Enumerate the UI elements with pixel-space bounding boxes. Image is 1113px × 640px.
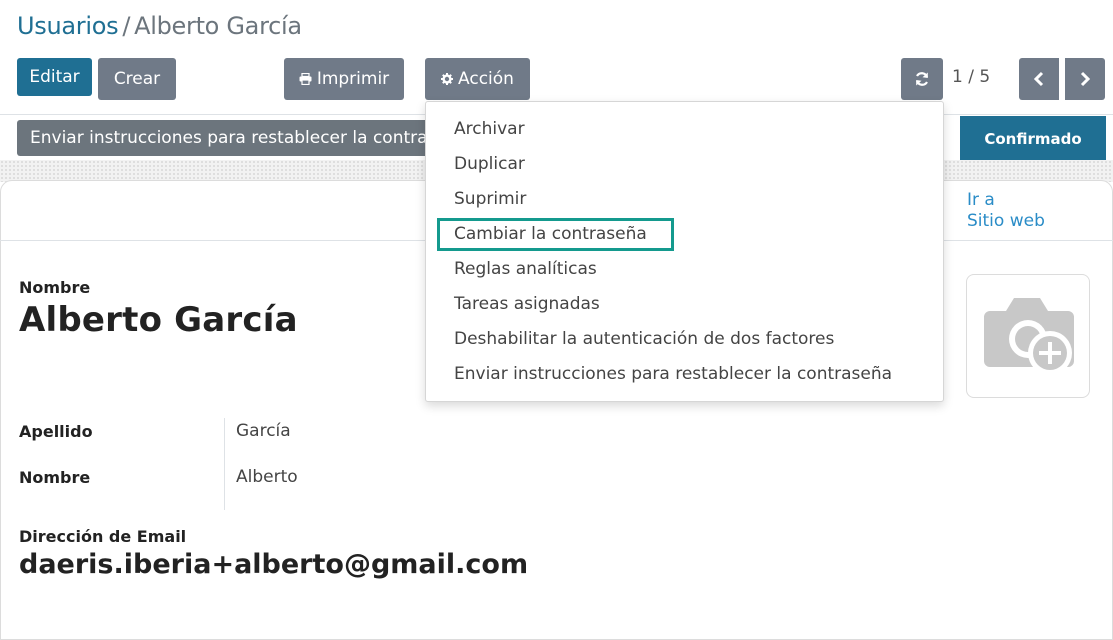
lastname-value[interactable]: García [236, 421, 291, 441]
edit-button-label: Editar [29, 67, 80, 87]
firstname-value[interactable]: Alberto [236, 467, 298, 487]
menu-item-send-reset-instructions[interactable]: Enviar instrucciones para restablecer la… [426, 357, 943, 392]
firstname-label: Nombre [19, 468, 91, 487]
breadcrumb: Usuarios / Alberto García [17, 12, 302, 40]
menu-item-archive[interactable]: Archivar [426, 112, 943, 147]
breadcrumb-parent-link[interactable]: Usuarios [17, 12, 119, 40]
menu-item-duplicate[interactable]: Duplicar [426, 147, 943, 182]
breadcrumb-separator: / [122, 12, 131, 40]
reset-password-instructions-button[interactable]: Enviar instrucciones para restablecer la… [17, 120, 457, 156]
create-button-label: Crear [113, 69, 161, 89]
breadcrumb-current: Alberto García [134, 12, 302, 40]
menu-item-disable-2fa[interactable]: Deshabilitar la autenticación de dos fac… [426, 322, 943, 357]
pager-next-button[interactable] [1065, 58, 1105, 100]
status-stage-confirmed: Confirmado [960, 116, 1106, 161]
name-value[interactable]: Alberto García [19, 300, 298, 340]
chevron-right-icon [1080, 71, 1090, 87]
camera-add-icon [980, 295, 1076, 377]
reload-button[interactable] [901, 58, 943, 100]
website-button-line2: Sitio web [967, 211, 1045, 231]
website-button-line1: Ir a [967, 190, 995, 210]
print-button-label: Imprimir [316, 69, 390, 89]
print-icon [299, 73, 312, 85]
go-to-website-button[interactable]: Ir a Sitio web [967, 190, 1045, 232]
avatar-upload[interactable] [966, 274, 1090, 398]
pager-previous-button[interactable] [1019, 58, 1059, 100]
action-button-label: Acción [458, 69, 514, 89]
chevron-left-icon [1034, 71, 1044, 87]
menu-item-change-password[interactable]: Cambiar la contraseña [426, 217, 943, 252]
field-separator [224, 418, 225, 510]
name-label: Nombre [19, 278, 91, 297]
pager-value[interactable]: 1 / 5 [952, 67, 990, 87]
print-button[interactable]: Imprimir [284, 58, 404, 100]
edit-button[interactable]: Editar [17, 58, 92, 96]
gear-icon [441, 73, 454, 85]
menu-item-analytic-rules[interactable]: Reglas analíticas [426, 252, 943, 287]
menu-item-delete[interactable]: Suprimir [426, 182, 943, 217]
menu-item-assigned-tasks[interactable]: Tareas asignadas [426, 287, 943, 322]
refresh-icon [914, 71, 930, 87]
create-button[interactable]: Crear [98, 58, 176, 100]
action-dropdown-menu: Archivar Duplicar Suprimir Cambiar la co… [425, 101, 944, 402]
menu-item-change-password-label: Cambiar la contraseña [454, 224, 647, 244]
lastname-label: Apellido [19, 422, 93, 441]
email-value[interactable]: daeris.iberia+alberto@gmail.com [19, 549, 528, 580]
email-label: Dirección de Email [19, 527, 187, 546]
action-button[interactable]: Acción [425, 58, 530, 100]
